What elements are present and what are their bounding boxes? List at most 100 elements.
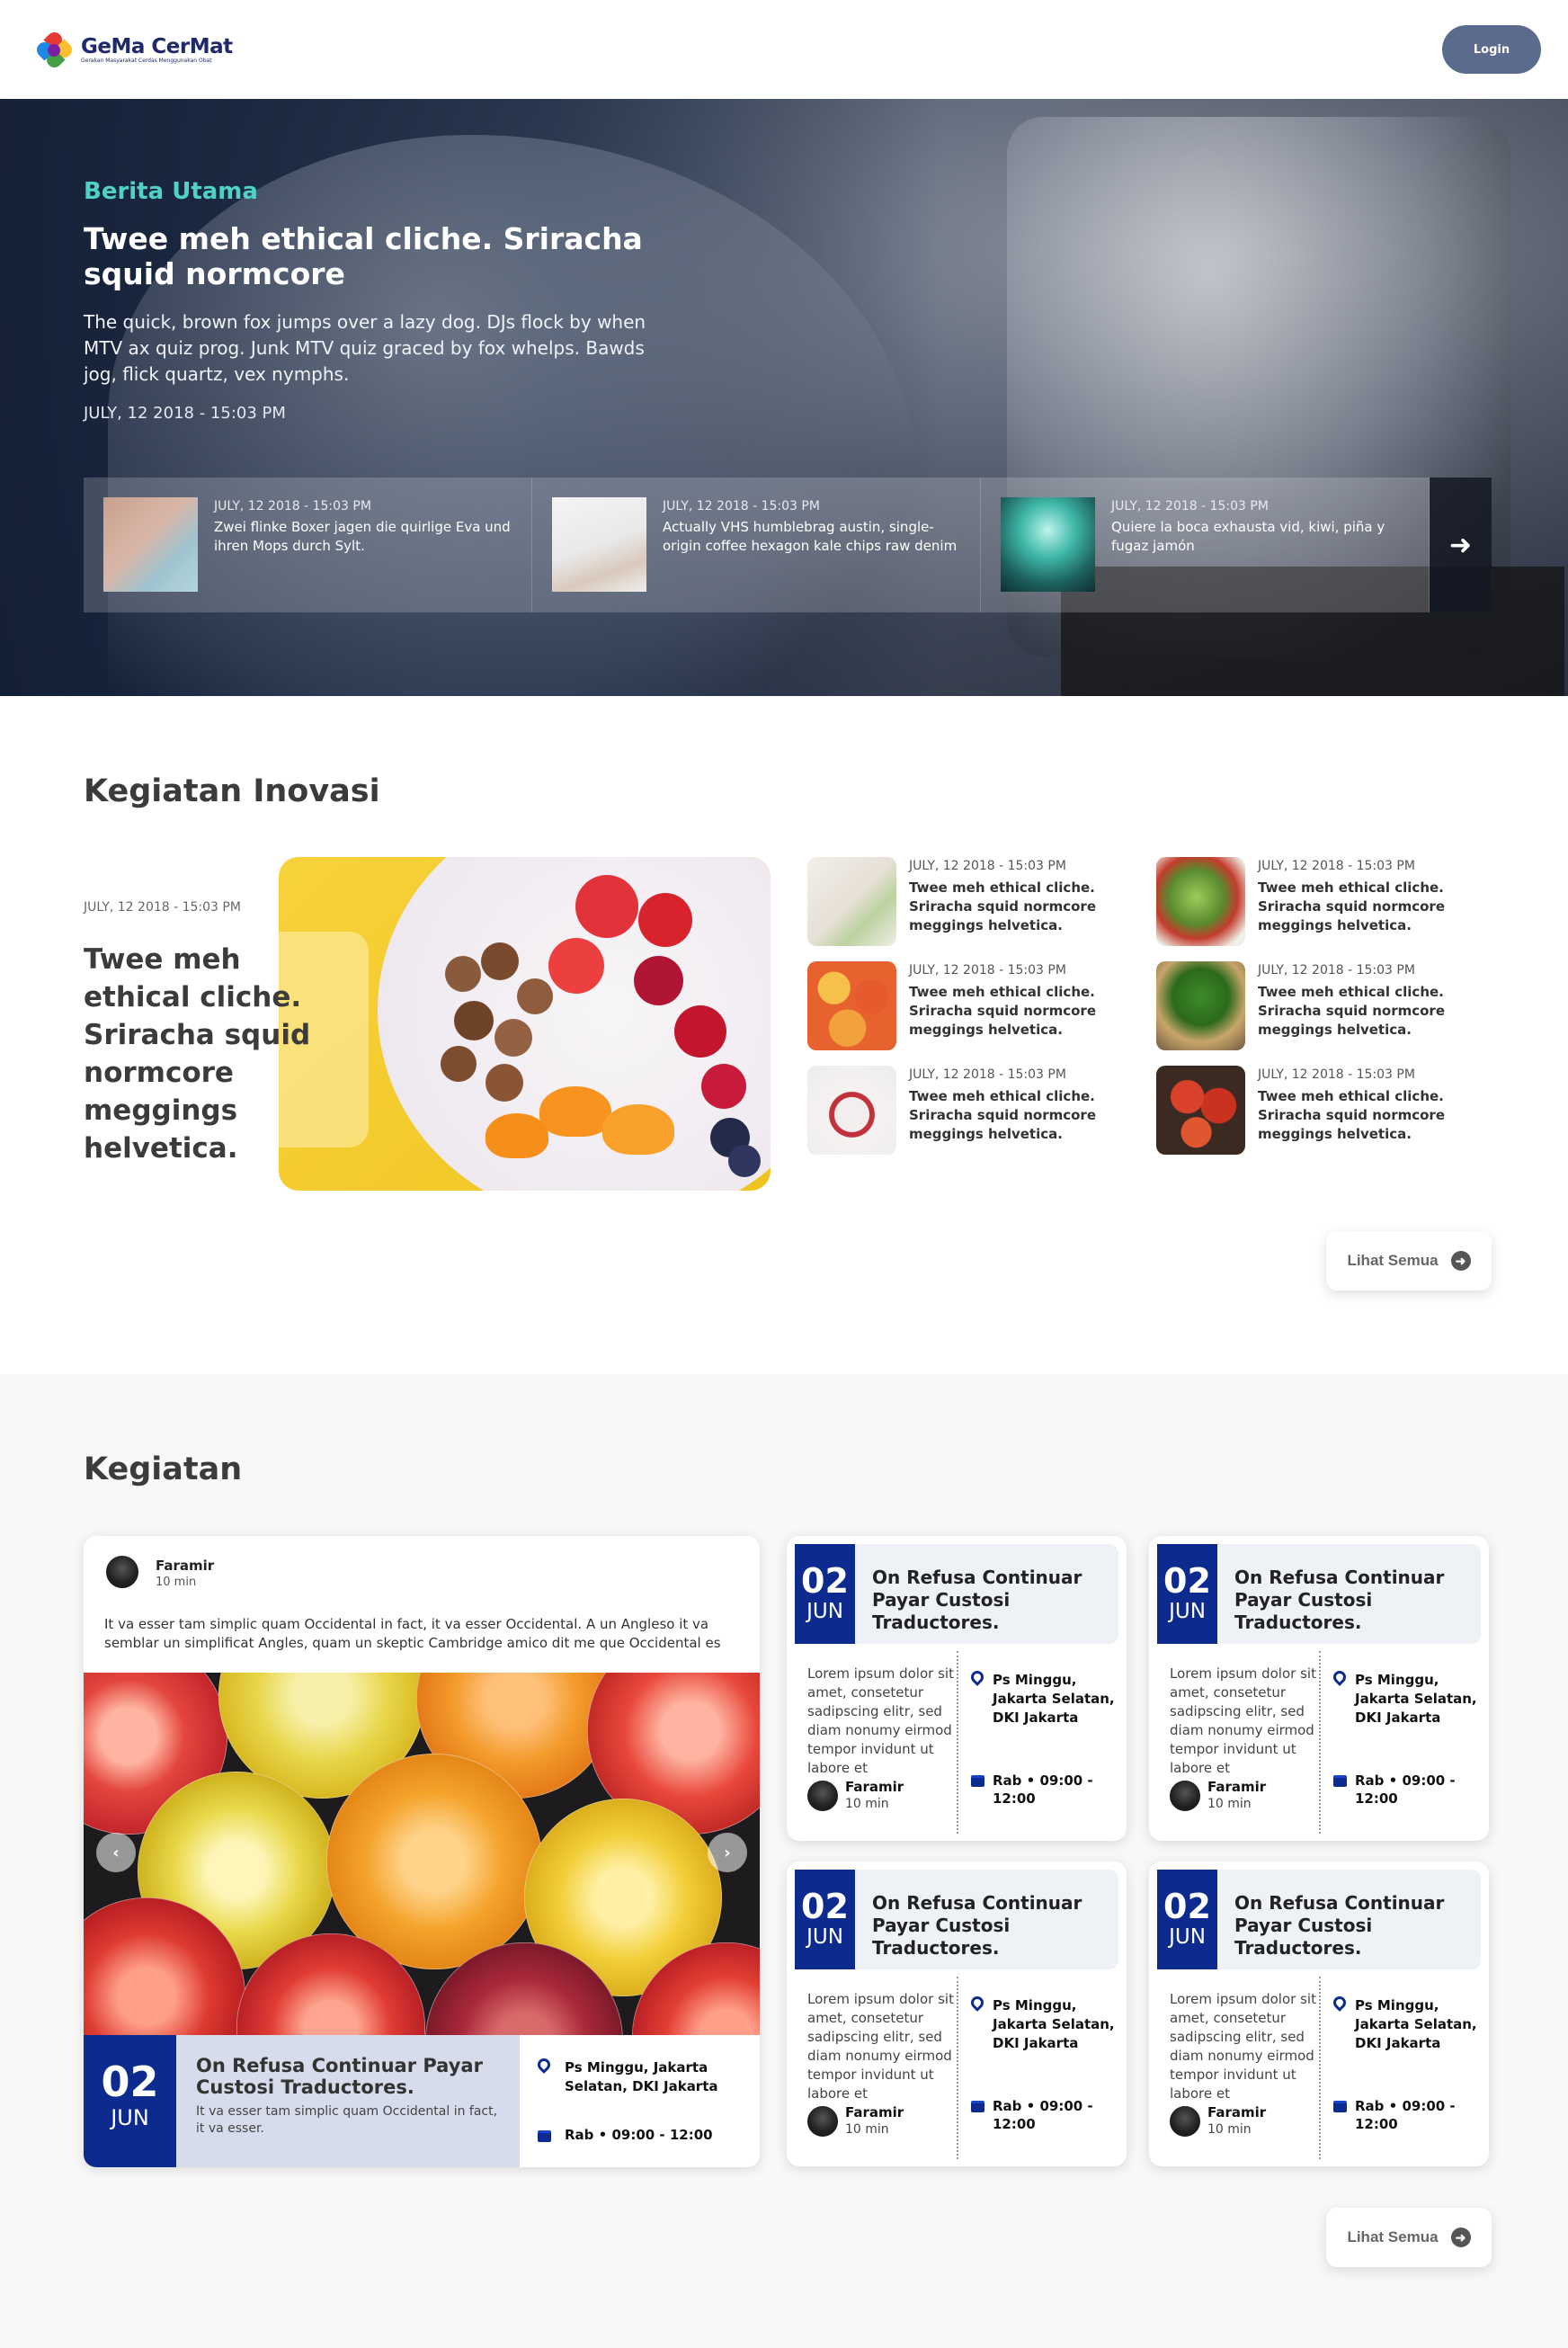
inovasi-item-date: JULY, 12 2018 - 15:03 PM <box>909 859 1066 873</box>
inovasi-item[interactable]: JULY, 12 2018 - 15:03 PM Twee meh ethica… <box>1156 857 1489 947</box>
divider <box>1319 1651 1321 1834</box>
inovasi-item-date: JULY, 12 2018 - 15:03 PM <box>1258 859 1415 873</box>
event-title: On Refusa Continuar Payar Custosi Traduc… <box>1234 1567 1445 1633</box>
inovasi-item-text: Twee meh ethical cliche. Sriracha squid … <box>1258 984 1446 1038</box>
kegiatan-section-title: Kegiatan <box>84 1451 243 1487</box>
hero-banner: Berita Utama Twee meh ethical cliche. Sr… <box>0 99 1568 696</box>
login-button[interactable]: Login <box>1442 25 1541 74</box>
event-location-text: Ps Minggu, Jakarta Selatan, DKI Jakarta <box>993 1672 1115 1726</box>
logo-name: GeMa CerMat <box>81 35 233 58</box>
event-title: On Refusa Continuar Payar Custosi Traduc… <box>196 2055 483 2098</box>
read-time: 10 min <box>1207 1797 1252 1811</box>
strip-date: JULY, 12 2018 - 15:03 PM <box>214 499 371 513</box>
event-location-text: Ps Minggu, Jakarta Selatan, DKI Jakarta <box>565 2059 718 2094</box>
strip-news-item[interactable]: JULY, 12 2018 - 15:03 PM Zwei flinke Box… <box>84 478 532 612</box>
avatar <box>806 2104 840 2138</box>
inovasi-thumbnail <box>1156 961 1245 1050</box>
event-card[interactable]: 02 JUN On Refusa Continuar Payar Custosi… <box>787 1861 1127 2166</box>
read-time: 10 min <box>156 1576 197 1589</box>
inovasi-item-text: Twee meh ethical cliche. Sriracha squid … <box>909 1088 1097 1142</box>
calendar-icon <box>538 2130 551 2142</box>
inovasi-item[interactable]: JULY, 12 2018 - 15:03 PM Twee meh ethica… <box>807 1066 1140 1156</box>
inovasi-item[interactable]: JULY, 12 2018 - 15:03 PM Twee meh ethica… <box>1156 1066 1489 1156</box>
event-location-text: Ps Minggu, Jakarta Selatan, DKI Jakarta <box>993 1997 1115 2051</box>
carousel-next-button[interactable]: › <box>708 1833 747 1872</box>
author-name: Faramir <box>845 2104 904 2120</box>
location-pin-icon <box>971 1671 984 1689</box>
event-title: On Refusa Continuar Payar Custosi Traduc… <box>1234 1892 1445 1959</box>
top-header: GeMa CerMat Gerakan Masyarakat Cerdas Me… <box>0 0 1568 99</box>
inovasi-featured-date: JULY, 12 2018 - 15:03 PM <box>84 900 241 915</box>
news-thumbnail <box>552 497 646 592</box>
inovasi-thumbnail <box>807 857 896 946</box>
featured-event-footer: 02 JUN On Refusa Continuar Payar Custosi… <box>84 2035 760 2167</box>
hero-kicker: Berita Utama <box>84 178 258 205</box>
inovasi-item-text: Twee meh ethical cliche. Sriracha squid … <box>1258 1088 1446 1142</box>
event-time: Rab • 09:00 - 12:00 <box>1333 2098 1477 2132</box>
event-date-box: 02 JUN <box>84 2035 176 2167</box>
event-time: Rab • 09:00 - 12:00 <box>538 2127 753 2146</box>
avatar <box>806 1779 840 1813</box>
author-name: Faramir <box>1207 1779 1267 1795</box>
avatar <box>104 1554 140 1590</box>
event-card[interactable]: 02 JUN On Refusa Continuar Payar Custosi… <box>787 1536 1127 1841</box>
strip-news-item[interactable]: JULY, 12 2018 - 15:03 PM Quiere la boca … <box>981 478 1430 612</box>
event-card[interactable]: 02 JUN On Refusa Continuar Payar Custosi… <box>1149 1536 1489 1841</box>
inovasi-item[interactable]: JULY, 12 2018 - 15:03 PM Twee meh ethica… <box>807 961 1140 1051</box>
logo-mark-icon <box>33 29 76 71</box>
hero-date: JULY, 12 2018 - 15:03 PM <box>84 404 286 423</box>
inovasi-item[interactable]: JULY, 12 2018 - 15:03 PM Twee meh ethica… <box>807 857 1140 947</box>
event-time-text: Rab • 09:00 - 12:00 <box>565 2127 713 2143</box>
inovasi-featured-title[interactable]: Twee meh ethical cliche. Sriracha squid … <box>84 941 353 1167</box>
divider <box>1319 1977 1321 2159</box>
strip-date: JULY, 12 2018 - 15:03 PM <box>663 499 820 513</box>
strip-news-item[interactable]: JULY, 12 2018 - 15:03 PM Actually VHS hu… <box>532 478 981 612</box>
divider <box>957 1651 958 1834</box>
inovasi-item[interactable]: JULY, 12 2018 - 15:03 PM Twee meh ethica… <box>1156 961 1489 1051</box>
hero-title[interactable]: Twee meh ethical cliche. Sriracha squid … <box>84 221 713 291</box>
event-time-text: Rab • 09:00 - 12:00 <box>993 2098 1093 2132</box>
event-subtitle: It va esser tam simplic quam Occidental … <box>196 2104 498 2136</box>
event-location: Ps Minggu, Jakarta Selatan, DKI Jakarta <box>971 1996 1115 2051</box>
event-month: JUN <box>1169 1600 1206 1623</box>
strip-text: Zwei flinke Boxer jagen die quirlige Eva… <box>214 519 511 554</box>
strip-next-button[interactable]: ➜ <box>1430 478 1492 612</box>
event-location: Ps Minggu, Jakarta Selatan, DKI Jakarta <box>1333 1671 1477 1726</box>
calendar-icon <box>971 2101 984 2112</box>
see-all-label: Lihat Semua <box>1347 2228 1439 2245</box>
author-name: Faramir <box>156 1558 215 1574</box>
event-location: Ps Minggu, Jakarta Selatan, DKI Jakarta <box>1333 1996 1477 2051</box>
site-logo[interactable]: GeMa CerMat Gerakan Masyarakat Cerdas Me… <box>33 29 233 71</box>
location-pin-icon <box>971 1996 984 2014</box>
inovasi-item-date: JULY, 12 2018 - 15:03 PM <box>1258 1067 1415 1082</box>
event-info: On Refusa Continuar Payar Custosi Traduc… <box>176 2035 520 2167</box>
carousel-prev-button[interactable]: ‹ <box>96 1833 136 1872</box>
avatar <box>1168 1779 1202 1813</box>
kegiatan-featured-card[interactable]: Faramir 10 min It va esser tam simplic q… <box>84 1536 760 2167</box>
inovasi-item-date: JULY, 12 2018 - 15:03 PM <box>1258 963 1415 978</box>
event-card[interactable]: 02 JUN On Refusa Continuar Payar Custosi… <box>1149 1861 1489 2166</box>
chevron-right-icon: › <box>724 1843 731 1862</box>
event-card-header: 02 JUN On Refusa Continuar Payar Custosi… <box>795 1544 1118 1644</box>
strip-text: Actually VHS humblebrag austin, single-o… <box>663 519 958 554</box>
event-day: 02 <box>801 1561 849 1601</box>
event-location-text: Ps Minggu, Jakarta Selatan, DKI Jakarta <box>1355 1672 1477 1726</box>
event-location: Ps Minggu, Jakarta Selatan, DKI Jakarta <box>538 2058 753 2094</box>
author-name: Faramir <box>845 1779 904 1795</box>
featured-carousel-image: ‹ › <box>84 1673 760 2035</box>
location-pin-icon <box>1333 1671 1346 1689</box>
event-card-header: 02 JUN On Refusa Continuar Payar Custosi… <box>1157 1870 1481 1969</box>
event-month: JUN <box>806 1600 843 1623</box>
arrow-right-circle-icon: ➜ <box>1450 2227 1471 2247</box>
hero-news-strip: JULY, 12 2018 - 15:03 PM Zwei flinke Box… <box>84 478 1492 612</box>
event-time-text: Rab • 09:00 - 12:00 <box>1355 1772 1456 1807</box>
location-pin-icon <box>538 2058 550 2076</box>
event-time-text: Rab • 09:00 - 12:00 <box>993 1772 1093 1807</box>
inovasi-see-all-button[interactable]: Lihat Semua ➜ <box>1326 1231 1492 1290</box>
event-day: 02 <box>101 2058 159 2106</box>
strip-text: Quiere la boca exhausta vid, kiwi, piña … <box>1111 519 1385 554</box>
event-month: JUN <box>1169 1925 1206 1949</box>
strip-date: JULY, 12 2018 - 15:03 PM <box>1111 499 1269 513</box>
kegiatan-see-all-button[interactable]: Lihat Semua ➜ <box>1326 2208 1492 2267</box>
event-month: JUN <box>806 1925 843 1949</box>
